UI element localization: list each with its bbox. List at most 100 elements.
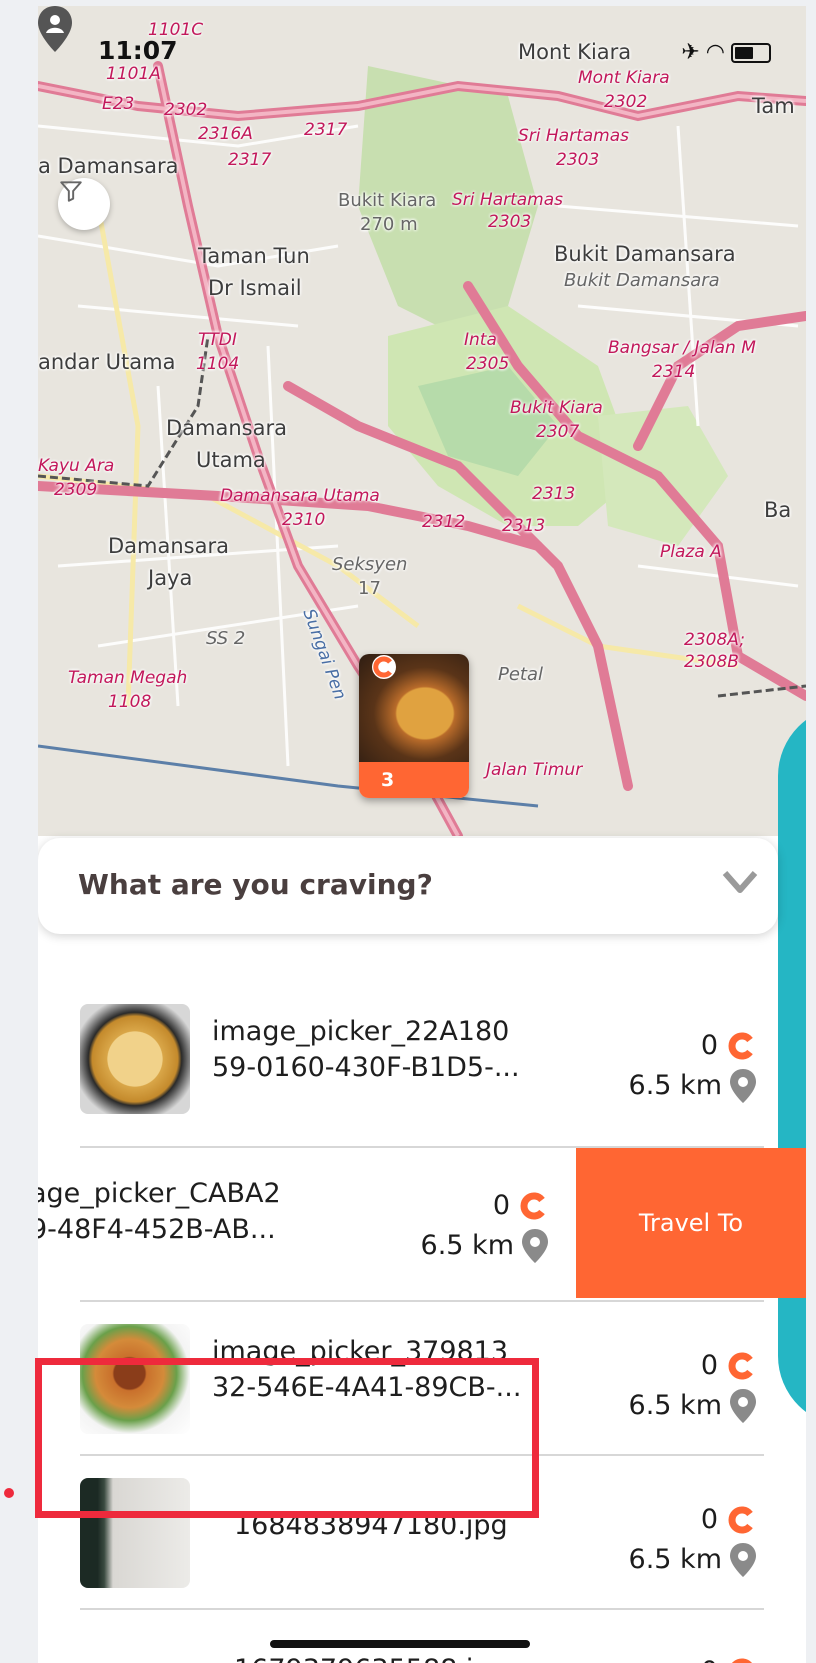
item-meta: 0 6.5 km bbox=[421, 1186, 548, 1266]
home-indicator bbox=[270, 1640, 530, 1648]
map-label: 2308A; bbox=[684, 630, 745, 650]
location-pin-icon bbox=[730, 1069, 756, 1103]
map-label: Bukit Kiara bbox=[338, 190, 437, 211]
map-label: 2313 bbox=[532, 484, 576, 504]
user-pin-icon[interactable] bbox=[38, 6, 72, 52]
map-label: 2308B bbox=[684, 652, 739, 672]
list-item-swiped[interactable]: age_picker_CABA2 9-48F4-452B-AB... 0 6.5… bbox=[38, 1148, 806, 1298]
item-name: age_picker_CABA2 9-48F4-452B-AB... bbox=[38, 1178, 281, 1245]
map-label: 2317 bbox=[228, 150, 272, 170]
item-distance: 6.5 km bbox=[420, 1230, 514, 1261]
map-label: SS 2 bbox=[206, 628, 246, 649]
travel-to-button[interactable]: Travel To bbox=[576, 1148, 806, 1298]
map-cluster-marker[interactable]: 3 bbox=[359, 654, 469, 798]
map-label: 1104 bbox=[196, 354, 240, 374]
map-label: TTDI bbox=[198, 330, 237, 350]
map-label: 2317 bbox=[304, 120, 348, 140]
map-label: Bukit Kiara bbox=[510, 398, 603, 418]
crave-points-icon bbox=[728, 1506, 753, 1534]
map-label: 2303 bbox=[556, 150, 600, 170]
map-label: Petal bbox=[498, 664, 544, 685]
map-label: 2310 bbox=[282, 510, 326, 530]
crave-logo-icon bbox=[372, 655, 396, 679]
map-label: Damansara bbox=[166, 416, 287, 440]
map-label: 2314 bbox=[652, 362, 696, 382]
item-meta: 0 bbox=[701, 1652, 756, 1663]
item-points: 0 bbox=[700, 1504, 718, 1535]
pointer-dot bbox=[4, 1488, 14, 1498]
item-distance: 6.5 km bbox=[628, 1070, 722, 1101]
item-meta: 0 6.5 km bbox=[629, 1346, 756, 1426]
marker-count: 3 bbox=[381, 769, 395, 791]
map-label: 2305 bbox=[466, 354, 510, 374]
map-label: Sri Hartamas bbox=[518, 126, 630, 146]
item-points: 0 bbox=[701, 1652, 718, 1663]
wifi-icon: ◠ bbox=[705, 40, 731, 65]
map-label: 2302 bbox=[164, 100, 208, 120]
map-label: a Damansara bbox=[38, 154, 179, 178]
location-pin-icon bbox=[522, 1229, 548, 1263]
battery-icon bbox=[731, 43, 771, 63]
map-label: Tam bbox=[752, 94, 795, 118]
item-meta: 0 6.5 km bbox=[629, 1500, 756, 1580]
map-label: Jalan Timur bbox=[486, 760, 583, 780]
map-label: Plaza A bbox=[660, 542, 722, 562]
map-label: 1108 bbox=[108, 692, 152, 712]
map-label: Kayu Ara bbox=[38, 456, 115, 476]
map-label: Ba bbox=[764, 498, 792, 522]
craving-dropdown[interactable]: What are you craving? bbox=[38, 838, 778, 934]
food-thumbnail bbox=[80, 1004, 190, 1114]
map-label: Jaya bbox=[148, 566, 193, 590]
map-label: 2309 bbox=[54, 480, 98, 500]
map-label: Seksyen bbox=[332, 554, 408, 575]
map-label: 2312 bbox=[422, 512, 466, 532]
map-label: 2313 bbox=[502, 516, 546, 536]
map-label: Bukit Damansara bbox=[554, 242, 736, 266]
item-points: 0 bbox=[700, 1030, 718, 1061]
status-time: 11:07 bbox=[98, 36, 178, 65]
map-label: 2316A bbox=[198, 124, 253, 144]
status-bar: 11:07 ✈◠ bbox=[38, 36, 806, 76]
map-label: Dr Ismail bbox=[208, 276, 302, 300]
map-label: Taman Megah bbox=[68, 668, 188, 688]
item-name: 1679379635588.jpg bbox=[234, 1652, 624, 1663]
item-distance: 6.5 km bbox=[628, 1544, 722, 1575]
filter-icon bbox=[60, 181, 82, 202]
map-label: Taman Tun bbox=[198, 244, 310, 268]
map-label: 17 bbox=[358, 578, 381, 599]
crave-points-icon bbox=[732, 1658, 752, 1663]
crave-points-icon bbox=[728, 1352, 753, 1380]
location-pin-icon bbox=[730, 1543, 756, 1577]
list-item[interactable]: 1679379635588.jpg 0 bbox=[38, 1610, 806, 1663]
marker-badge: 3 bbox=[359, 655, 469, 798]
item-meta: 0 6.5 km bbox=[629, 1026, 756, 1106]
location-pin-icon bbox=[730, 1389, 756, 1423]
map-label: Bukit Damansara bbox=[564, 270, 720, 291]
map-label: andar Utama bbox=[38, 350, 176, 374]
map-label: Damansara Utama bbox=[220, 486, 380, 506]
item-distance: 6.5 km bbox=[628, 1390, 722, 1421]
map-label: 2302 bbox=[604, 92, 648, 112]
craving-dropdown-label: What are you craving? bbox=[78, 868, 433, 901]
item-points: 0 bbox=[492, 1190, 510, 1221]
map-view[interactable]: Mont Kiara Mont Kiara Tam 2302 Sri Harta… bbox=[38, 6, 806, 836]
selection-highlight bbox=[35, 1358, 539, 1518]
map-label: 270 m bbox=[360, 214, 418, 235]
map-label: Inta bbox=[464, 330, 497, 350]
map-label: Bangsar / Jalan M bbox=[608, 338, 756, 358]
map-label: Sri Hartamas bbox=[452, 190, 564, 210]
map-label: E23 bbox=[102, 94, 135, 114]
filter-button[interactable] bbox=[58, 178, 110, 230]
list-item[interactable]: image_picker_22A180 59-0160-430F-B1D5-..… bbox=[38, 982, 806, 1132]
map-label: 2307 bbox=[536, 422, 580, 442]
crave-points-icon bbox=[728, 1032, 753, 1060]
airplane-icon: ✈ bbox=[681, 40, 706, 65]
item-points: 0 bbox=[700, 1350, 718, 1381]
status-icons: ✈◠ bbox=[681, 40, 771, 65]
map-label: Utama bbox=[196, 448, 266, 472]
map-label: 2303 bbox=[488, 212, 532, 232]
map-label: Damansara bbox=[108, 534, 229, 558]
chevron-down-icon bbox=[722, 871, 758, 893]
crave-points-icon bbox=[520, 1192, 545, 1220]
item-name: image_picker_22A180 59-0160-430F-B1D5-..… bbox=[212, 1016, 520, 1083]
